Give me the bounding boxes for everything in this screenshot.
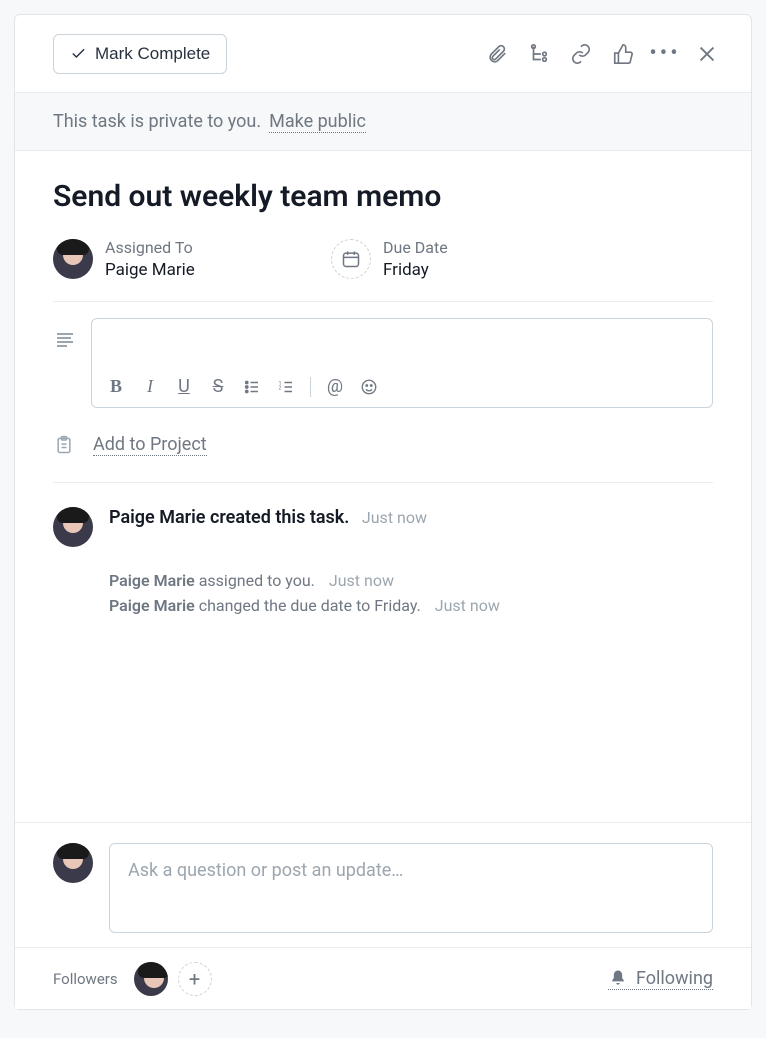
due-date-label: Due Date xyxy=(383,238,448,259)
due-date-field[interactable]: Due Date Friday xyxy=(331,238,591,281)
divider xyxy=(53,301,713,302)
activity-sub-actor: Paige Marie xyxy=(109,596,195,615)
add-to-project-link[interactable]: Add to Project xyxy=(93,434,207,456)
following-toggle[interactable]: Following xyxy=(608,968,713,990)
subtask-icon[interactable] xyxy=(527,42,551,66)
project-icon xyxy=(53,432,75,458)
link-icon[interactable] xyxy=(569,42,593,66)
toolbar-divider xyxy=(310,377,311,397)
bullet-list-button[interactable] xyxy=(238,373,266,401)
activity-avatar xyxy=(53,507,93,547)
description-icon xyxy=(53,328,77,352)
bell-icon xyxy=(608,968,628,988)
activity-actor: Paige Marie xyxy=(109,507,205,528)
comment-placeholder: Ask a question or post an update… xyxy=(128,860,403,881)
assignee-name: Paige Marie xyxy=(105,259,195,281)
svg-text:2: 2 xyxy=(279,385,282,391)
assignee-label: Assigned To xyxy=(105,238,195,259)
more-icon[interactable]: ••• xyxy=(653,42,677,66)
due-date-value: Friday xyxy=(383,259,448,281)
underline-button[interactable]: U xyxy=(170,373,198,401)
add-follower-button[interactable]: + xyxy=(178,962,212,996)
mark-complete-button[interactable]: Mark Complete xyxy=(53,34,227,74)
activity-sub-time: Just now xyxy=(435,596,500,615)
attachment-icon[interactable] xyxy=(485,42,509,66)
like-icon[interactable] xyxy=(611,42,635,66)
bold-button[interactable]: B xyxy=(102,373,130,401)
check-icon xyxy=(70,45,87,62)
activity-verb: created this task. xyxy=(210,507,349,528)
privacy-text: This task is private to you. xyxy=(53,111,261,132)
description-input[interactable] xyxy=(92,319,712,367)
commenter-avatar xyxy=(53,843,93,883)
mention-button[interactable]: @ xyxy=(321,373,349,401)
divider xyxy=(53,482,713,483)
activity-feed: Paige Marie created this task. Just now … xyxy=(53,507,713,615)
comment-composer: Ask a question or post an update… xyxy=(15,822,751,947)
emoji-button[interactable] xyxy=(355,373,383,401)
close-icon[interactable] xyxy=(695,42,719,66)
assignee-avatar xyxy=(53,239,93,279)
followers-bar: Followers + Following xyxy=(15,947,751,1009)
calendar-icon xyxy=(331,239,371,279)
privacy-bar: This task is private to you. Make public xyxy=(15,93,751,151)
make-public-link[interactable]: Make public xyxy=(269,111,366,133)
followers-label: Followers xyxy=(53,970,118,988)
header-actions: ••• xyxy=(485,42,719,66)
activity-sub-actor: Paige Marie xyxy=(109,571,195,590)
activity-time: Just now xyxy=(362,508,427,527)
task-header: Mark Complete ••• xyxy=(15,15,751,93)
description-editor[interactable]: B I U S 12 @ xyxy=(91,318,713,408)
strikethrough-button[interactable]: S xyxy=(204,373,232,401)
assignee-field[interactable]: Assigned To Paige Marie xyxy=(53,238,313,281)
activity-sub-text: changed the due date to Friday. xyxy=(199,596,421,615)
mark-complete-label: Mark Complete xyxy=(95,44,210,64)
italic-button[interactable]: I xyxy=(136,373,164,401)
numbered-list-button[interactable]: 12 xyxy=(272,373,300,401)
activity-sub-text: assigned to you. xyxy=(199,571,315,590)
task-title[interactable]: Send out weekly team memo xyxy=(53,179,713,214)
following-label: Following xyxy=(636,968,713,989)
rich-text-toolbar: B I U S 12 @ xyxy=(92,367,712,407)
follower-avatar[interactable] xyxy=(134,962,168,996)
comment-input[interactable]: Ask a question or post an update… xyxy=(109,843,713,933)
activity-sub-time: Just now xyxy=(329,571,394,590)
